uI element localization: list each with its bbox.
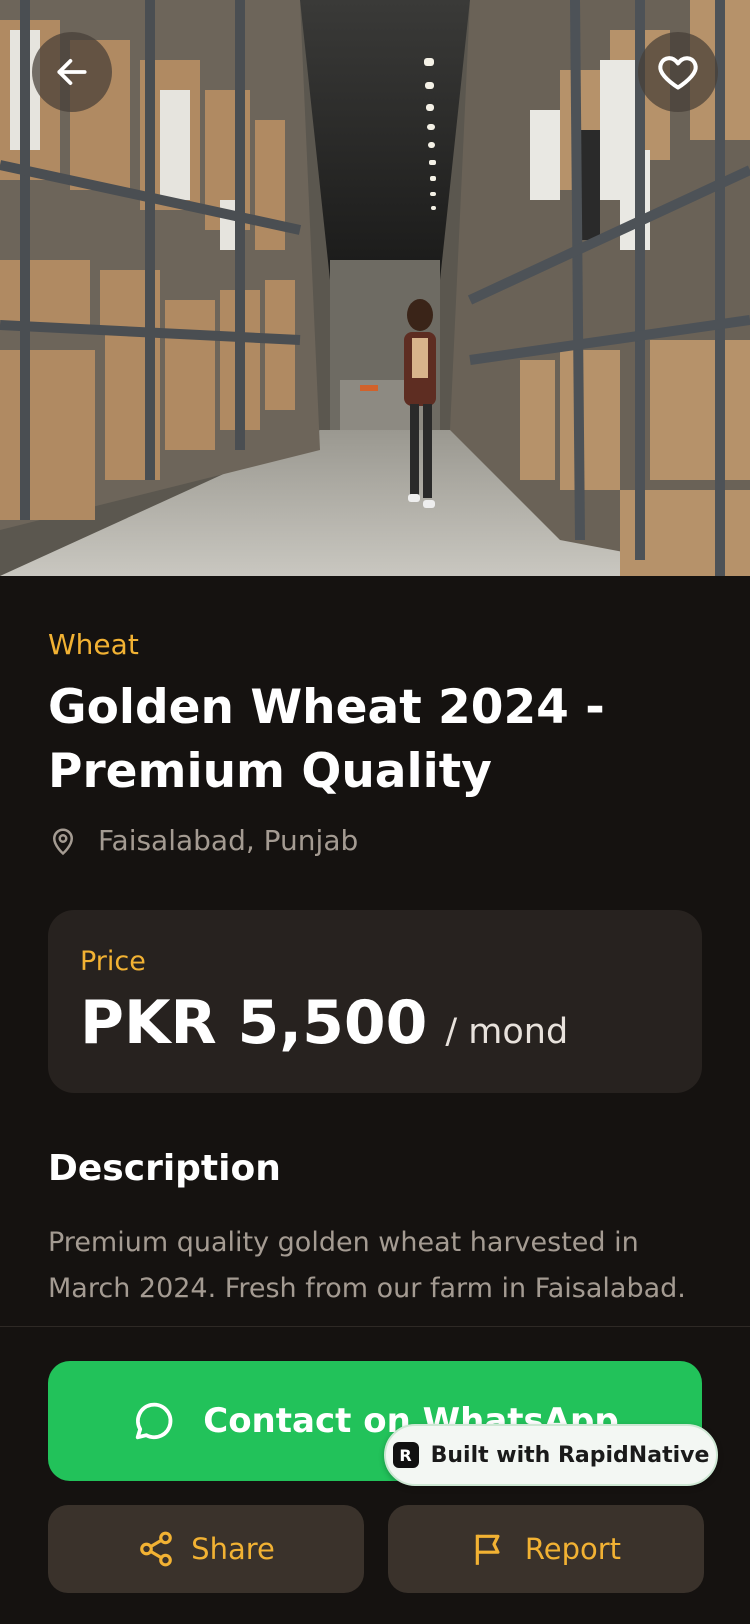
arrow-left-icon xyxy=(57,59,87,85)
badge-text: Built with RapidNative xyxy=(430,1442,710,1468)
price-unit: / mond xyxy=(445,1012,569,1052)
price-value: PKR 5,500 xyxy=(80,988,428,1058)
category-label: Wheat xyxy=(48,628,139,661)
share-icon xyxy=(140,1531,172,1567)
report-button[interactable]: Report xyxy=(388,1505,704,1593)
location-row: Faisalabad, Punjab xyxy=(48,824,358,857)
location-text: Faisalabad, Punjab xyxy=(98,824,359,857)
heart-icon xyxy=(658,56,698,90)
share-label: Share xyxy=(191,1532,275,1566)
description-heading: Description xyxy=(48,1148,281,1189)
price-row: PKR 5,500 / mond xyxy=(80,988,568,1058)
price-card: Price PKR 5,500 / mond xyxy=(48,910,702,1093)
product-hero-image xyxy=(0,0,750,576)
chat-bubble-icon xyxy=(136,1402,173,1440)
map-pin-icon xyxy=(52,828,74,855)
listing-title: Golden Wheat 2024 - Premium Quality xyxy=(48,680,605,799)
price-label: Price xyxy=(80,946,146,977)
share-button[interactable]: Share xyxy=(48,1505,364,1593)
flag-icon xyxy=(475,1534,500,1565)
built-with-badge[interactable]: R Built with RapidNative xyxy=(384,1424,718,1486)
report-label: Report xyxy=(524,1532,622,1566)
back-button[interactable] xyxy=(32,32,112,112)
favorite-button[interactable] xyxy=(638,32,718,112)
rapidnative-logo-icon: R xyxy=(392,1442,419,1468)
